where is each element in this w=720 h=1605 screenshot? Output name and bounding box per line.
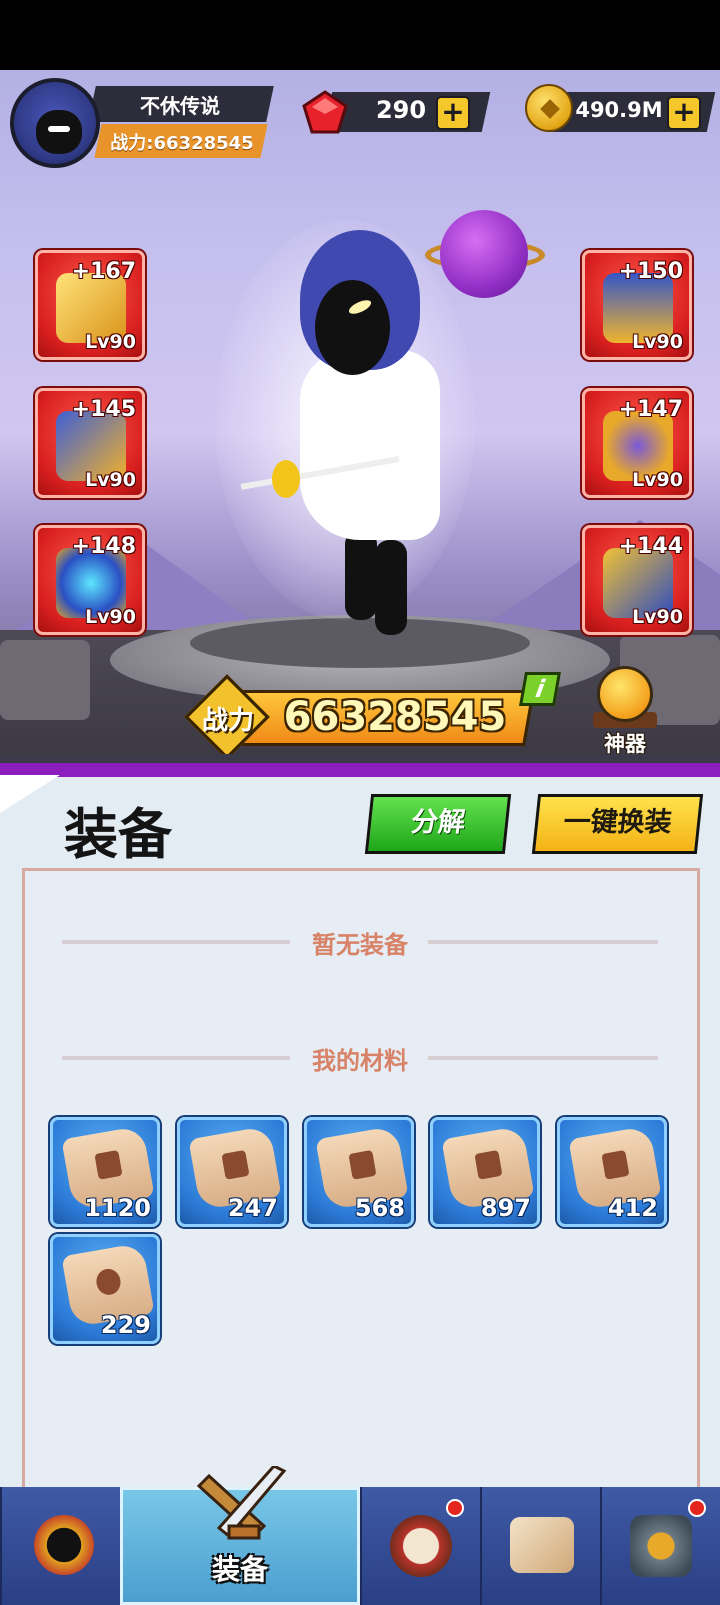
- material-item[interactable]: 229: [50, 1234, 160, 1344]
- material-count: 568: [354, 1194, 405, 1222]
- gem-counter: 290 +: [300, 88, 491, 138]
- platform-top: [190, 618, 530, 668]
- artifact-orb-icon: [597, 666, 653, 722]
- sword-guard: [272, 460, 300, 498]
- nav-tab-drum[interactable]: [360, 1487, 480, 1605]
- ruby-gem-icon: [302, 90, 348, 134]
- notification-dot: [688, 1499, 706, 1517]
- hero-face: [315, 280, 390, 375]
- hero-leg: [345, 530, 377, 620]
- avatar-face: [36, 110, 82, 154]
- panel-edge: [0, 763, 720, 777]
- player-power: 战力:66328545: [110, 133, 254, 154]
- nav-label-equipment: 装备: [211, 1553, 268, 1586]
- power-label: 战力: [201, 706, 254, 736]
- slot-level: Lv90: [85, 606, 136, 628]
- divider-line: [428, 1056, 658, 1060]
- avatar-eye: [48, 126, 70, 132]
- equip-slot-armor[interactable]: +147 Lv90: [582, 388, 692, 498]
- power-info-button[interactable]: i: [519, 672, 561, 706]
- nav-tab-map[interactable]: [480, 1487, 600, 1605]
- add-gems-button[interactable]: +: [436, 96, 470, 130]
- slot-bonus: +150: [618, 259, 683, 284]
- scroll-mark: [94, 1266, 123, 1297]
- combat-power-banner: 战力 66328545: [184, 674, 535, 760]
- gold-coin-icon: [525, 84, 573, 132]
- player-avatar[interactable]: [10, 78, 100, 168]
- add-coins-button[interactable]: +: [667, 96, 701, 130]
- equip-slot-helmet[interactable]: +150 Lv90: [582, 250, 692, 360]
- decompose-button[interactable]: 分解: [364, 794, 512, 854]
- notification-dot: [446, 1499, 464, 1517]
- slot-bonus: +147: [618, 397, 683, 422]
- equip-slot-weapon[interactable]: +167 Lv90: [35, 250, 145, 360]
- shop-icon: [630, 1515, 692, 1577]
- slot-bonus: +167: [71, 259, 136, 284]
- divider-line: [428, 940, 658, 944]
- scroll-mark: [474, 1149, 503, 1180]
- my-materials-label: 我的材料: [312, 1047, 408, 1075]
- divider-line: [62, 1056, 290, 1060]
- combat-power-value: 66328545: [283, 694, 507, 740]
- slot-bonus: +144: [618, 534, 683, 559]
- divider-line: [62, 940, 290, 944]
- status-bar: [0, 0, 720, 70]
- material-count: 412: [607, 1194, 658, 1222]
- scroll-mark: [348, 1149, 377, 1180]
- artifact-button[interactable]: 神器: [585, 660, 665, 760]
- gem-count: 290: [375, 96, 427, 124]
- coin-counter: 490.9M +: [525, 84, 716, 138]
- material-item[interactable]: 1120: [50, 1117, 160, 1227]
- material-count: 897: [480, 1194, 531, 1222]
- scroll-mark: [221, 1149, 250, 1180]
- drum-icon: [390, 1515, 452, 1577]
- scroll-mark: [94, 1149, 123, 1180]
- panel-corner-fold: [0, 775, 60, 813]
- slot-bonus: +148: [71, 534, 136, 559]
- coin-hole: [540, 99, 560, 119]
- slot-level: Lv90: [85, 331, 136, 353]
- material-count: 1120: [84, 1194, 151, 1222]
- rock: [0, 640, 90, 720]
- material-item[interactable]: 897: [430, 1117, 540, 1227]
- scroll-mark: [601, 1149, 630, 1180]
- material-item[interactable]: 247: [177, 1117, 287, 1227]
- equip-slot-boots[interactable]: +145 Lv90: [35, 388, 145, 498]
- material-item[interactable]: 412: [557, 1117, 667, 1227]
- auto-equip-button[interactable]: 一键换装: [531, 794, 704, 854]
- slot-level: Lv90: [632, 331, 683, 353]
- coin-count: 490.9M: [575, 98, 663, 122]
- equip-slot-ring[interactable]: +148 Lv90: [35, 525, 145, 635]
- nav-tab-shop[interactable]: [600, 1487, 720, 1605]
- material-count: 229: [100, 1311, 151, 1339]
- slot-level: Lv90: [632, 606, 683, 628]
- scroll-map-icon: [510, 1517, 574, 1573]
- material-item[interactable]: 568: [304, 1117, 414, 1227]
- nav-tab-hero[interactable]: [0, 1487, 120, 1605]
- material-count: 247: [227, 1194, 278, 1222]
- equip-slot-bracer[interactable]: +144 Lv90: [582, 525, 692, 635]
- player-name: 不休传说: [140, 94, 220, 118]
- hero-icon: [34, 1515, 94, 1575]
- hero-leg: [375, 540, 407, 635]
- hero-body[interactable]: [300, 350, 440, 540]
- player-profile[interactable]: 不休传说 战力:66328545: [10, 78, 274, 168]
- slot-level: Lv90: [85, 469, 136, 491]
- equipment-icon: [196, 1466, 287, 1540]
- pet-orb[interactable]: [440, 210, 528, 298]
- no-equipment-label: 暂无装备: [312, 931, 408, 959]
- slot-bonus: +145: [71, 397, 136, 422]
- panel-title: 装备: [64, 803, 172, 866]
- slot-level: Lv90: [632, 469, 683, 491]
